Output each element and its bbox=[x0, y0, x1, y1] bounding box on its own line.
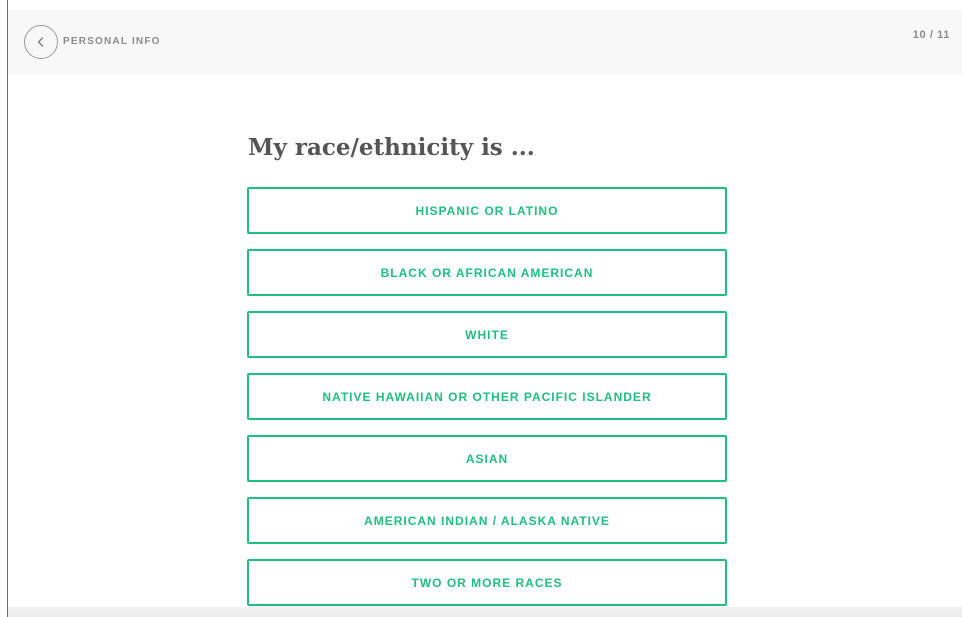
option-white[interactable]: WHITE bbox=[247, 311, 727, 358]
bottom-scroll-shade bbox=[8, 607, 962, 617]
option-hispanic-or-latino[interactable]: HISPANIC OR LATINO bbox=[247, 187, 727, 234]
question-heading: My race/ethnicity is ... bbox=[248, 134, 535, 161]
option-american-indian-alaska-native[interactable]: AMERICAN INDIAN / ALASKA NATIVE bbox=[247, 497, 727, 544]
back-button[interactable] bbox=[24, 25, 58, 59]
window-left-border bbox=[7, 0, 8, 617]
header-bar: PERSONAL INFO 10 / 11 bbox=[8, 10, 962, 74]
option-two-or-more-races[interactable]: TWO OR MORE RACES bbox=[247, 559, 727, 606]
option-asian[interactable]: ASIAN bbox=[247, 435, 727, 482]
section-title: PERSONAL INFO bbox=[63, 36, 161, 47]
options-list: HISPANIC OR LATINO BLACK OR AFRICAN AMER… bbox=[247, 187, 727, 617]
option-native-hawaiian-or-pacific-islander[interactable]: NATIVE HAWAIIAN OR OTHER PACIFIC ISLANDE… bbox=[247, 373, 727, 420]
option-black-or-african-american[interactable]: BLACK OR AFRICAN AMERICAN bbox=[247, 249, 727, 296]
chevron-left-icon bbox=[36, 36, 46, 48]
progress-counter: 10 / 11 bbox=[912, 29, 950, 41]
